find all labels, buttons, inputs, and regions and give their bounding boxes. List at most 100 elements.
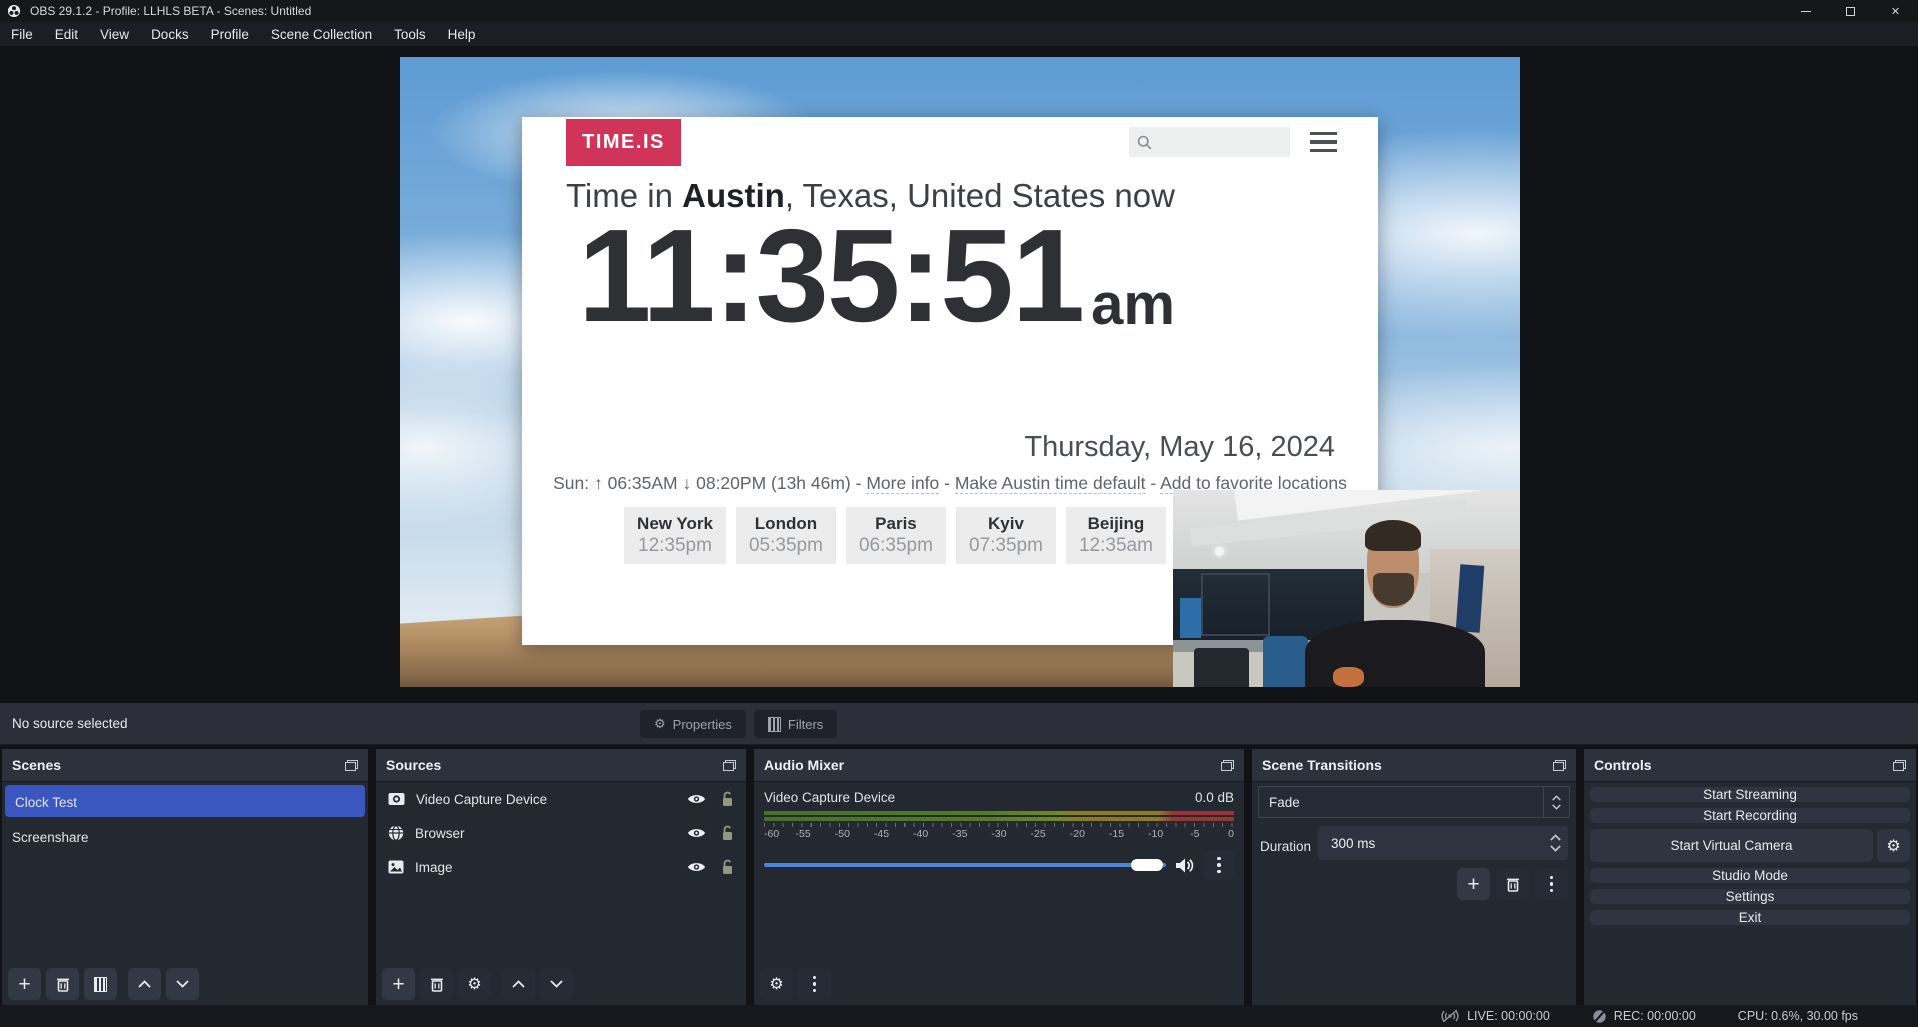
source-status-text: No source selected bbox=[12, 703, 128, 745]
kebab-icon bbox=[1550, 876, 1554, 893]
menu-edit[interactable]: Edit bbox=[44, 22, 89, 47]
rec-status: REC: 00:00:00 bbox=[1592, 1009, 1696, 1024]
remove-scene-button[interactable] bbox=[46, 968, 79, 1000]
camera-icon bbox=[388, 792, 405, 806]
trash-icon bbox=[56, 977, 70, 992]
city-box: New York12:35pm bbox=[624, 507, 726, 564]
add-scene-button[interactable]: + bbox=[8, 968, 41, 1000]
filters-icon bbox=[768, 717, 781, 732]
advanced-audio-button[interactable]: ⚙ bbox=[760, 968, 793, 1000]
source-move-up-button[interactable] bbox=[502, 968, 535, 1000]
sources-dock: Sources Video Capture Device Browser bbox=[376, 749, 746, 1005]
source-move-down-button[interactable] bbox=[540, 968, 573, 1000]
chevron-up-icon bbox=[512, 980, 525, 988]
gear-icon: ⚙ bbox=[1886, 838, 1900, 854]
virtual-camera-config-button[interactable]: ⚙ bbox=[1877, 829, 1910, 862]
settings-button[interactable]: Settings bbox=[1590, 889, 1910, 904]
gear-icon: ⚙ bbox=[654, 718, 666, 731]
window-title: OBS 29.1.2 - Profile: LLHLS BETA - Scene… bbox=[30, 4, 311, 18]
clock-meridiem: am bbox=[1091, 261, 1175, 348]
menu-tools[interactable]: Tools bbox=[383, 22, 437, 47]
minimize-button[interactable] bbox=[1783, 0, 1828, 22]
studio-mode-button[interactable]: Studio Mode bbox=[1590, 868, 1910, 883]
controls-title: Controls bbox=[1594, 757, 1893, 773]
spin-down-icon[interactable] bbox=[1550, 845, 1561, 852]
timeis-search-box bbox=[1129, 127, 1290, 157]
menu-scene-collection[interactable]: Scene Collection bbox=[260, 22, 383, 47]
start-recording-button[interactable]: Start Recording bbox=[1590, 808, 1910, 823]
source-row-video-capture[interactable]: Video Capture Device bbox=[376, 782, 746, 816]
eye-icon[interactable] bbox=[687, 793, 706, 805]
audio-mixer-dock: Audio Mixer Video Capture Device 0.0 dB … bbox=[754, 749, 1244, 1005]
lock-icon[interactable] bbox=[721, 859, 734, 875]
remove-source-button[interactable] bbox=[420, 968, 453, 1000]
mixer-menu-button[interactable] bbox=[798, 968, 831, 1000]
source-properties-button[interactable]: ⚙ bbox=[458, 968, 491, 1000]
menu-view[interactable]: View bbox=[89, 22, 140, 47]
menu-docks[interactable]: Docks bbox=[140, 22, 200, 47]
chevron-down-icon bbox=[176, 980, 189, 988]
scene-item-screenshare[interactable]: Screenshare bbox=[2, 820, 368, 855]
remove-transition-button[interactable] bbox=[1496, 868, 1529, 900]
city-box: Paris06:35pm bbox=[846, 507, 946, 564]
webcam-overlay bbox=[1173, 490, 1520, 687]
controls-dock: Controls Start Streaming Start Recording… bbox=[1584, 749, 1916, 1005]
obs-logo-icon bbox=[7, 4, 21, 18]
lock-icon[interactable] bbox=[721, 791, 734, 807]
timeis-clock: 11:35:51 am bbox=[578, 203, 1175, 348]
scene-filters-button[interactable] bbox=[84, 968, 117, 1000]
spin-up-icon[interactable] bbox=[1550, 834, 1561, 841]
menu-help[interactable]: Help bbox=[437, 22, 487, 47]
eye-icon[interactable] bbox=[687, 827, 706, 839]
source-row-image[interactable]: Image bbox=[376, 850, 746, 884]
maximize-button[interactable] bbox=[1828, 0, 1873, 22]
more-info-link: More info bbox=[866, 473, 939, 494]
menu-bar: File Edit View Docks Profile Scene Colle… bbox=[0, 22, 1918, 47]
kebab-icon bbox=[1217, 857, 1221, 874]
popout-icon[interactable] bbox=[1553, 760, 1566, 771]
scene-transitions-dock: Scene Transitions Fade Duration 300 ms bbox=[1252, 749, 1576, 1005]
timeis-date: Thursday, May 16, 2024 bbox=[1024, 431, 1335, 464]
popout-icon[interactable] bbox=[723, 760, 736, 771]
transition-properties-button[interactable] bbox=[1535, 868, 1568, 900]
add-source-button[interactable]: + bbox=[382, 968, 415, 1000]
eye-icon[interactable] bbox=[687, 861, 706, 873]
volume-slider-handle[interactable] bbox=[1131, 859, 1163, 871]
popout-icon[interactable] bbox=[1221, 760, 1234, 771]
mixer-channel-menu-button[interactable] bbox=[1204, 850, 1234, 880]
search-icon bbox=[1136, 134, 1153, 151]
preview-area[interactable]: TIME.IS Time in Austin, Texas, United St… bbox=[0, 47, 1918, 703]
trash-icon bbox=[1506, 877, 1520, 892]
duration-spinbox[interactable]: 300 ms bbox=[1318, 826, 1568, 860]
cpu-status: CPU: 0.6%, 30.00 fps bbox=[1738, 1009, 1858, 1023]
make-default-link: Make Austin time default bbox=[955, 473, 1146, 494]
source-toolbar: No source selected ⚙ Properties Filters bbox=[0, 703, 1918, 745]
scene-move-up-button[interactable] bbox=[128, 968, 161, 1000]
properties-button[interactable]: ⚙ Properties bbox=[640, 710, 746, 738]
start-virtual-camera-button[interactable]: Start Virtual Camera bbox=[1590, 829, 1873, 862]
gear-icon: ⚙ bbox=[467, 976, 481, 992]
mixer-channel-name: Video Capture Device bbox=[764, 790, 895, 805]
close-button[interactable]: ✕ bbox=[1873, 0, 1918, 22]
exit-button[interactable]: Exit bbox=[1590, 910, 1910, 925]
menu-file[interactable]: File bbox=[0, 22, 44, 47]
scene-item-clock-test[interactable]: Clock Test bbox=[5, 785, 365, 817]
speaker-icon[interactable] bbox=[1175, 857, 1195, 874]
select-spinner-icon[interactable] bbox=[1543, 787, 1569, 817]
popout-icon[interactable] bbox=[1893, 760, 1906, 771]
lock-icon[interactable] bbox=[721, 825, 734, 841]
start-streaming-button[interactable]: Start Streaming bbox=[1590, 787, 1910, 802]
popout-icon[interactable] bbox=[345, 760, 358, 771]
source-row-browser[interactable]: Browser bbox=[376, 816, 746, 850]
add-transition-button[interactable]: + bbox=[1457, 868, 1490, 900]
transition-select[interactable]: Fade bbox=[1258, 786, 1570, 818]
volume-slider[interactable] bbox=[764, 850, 1166, 880]
menu-profile[interactable]: Profile bbox=[200, 22, 260, 47]
duration-label: Duration bbox=[1260, 830, 1311, 864]
scene-move-down-button[interactable] bbox=[166, 968, 199, 1000]
filters-button[interactable]: Filters bbox=[754, 710, 837, 738]
city-box: London05:35pm bbox=[736, 507, 836, 564]
gears-icon: ⚙ bbox=[769, 976, 783, 992]
program-canvas[interactable]: TIME.IS Time in Austin, Texas, United St… bbox=[400, 57, 1520, 687]
audio-mixer-title: Audio Mixer bbox=[764, 757, 1221, 773]
